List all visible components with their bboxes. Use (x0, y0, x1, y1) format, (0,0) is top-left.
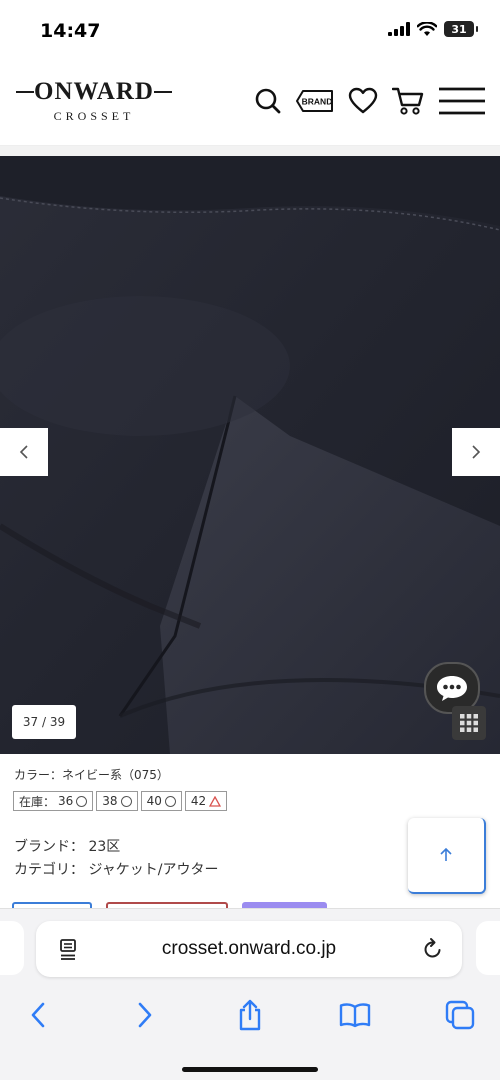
in-stock-circle-icon (164, 795, 176, 807)
bookmarks-button[interactable] (335, 995, 375, 1035)
product-info: カラー：ネイビー系（075） 在庫： 36 38 40 42 ブランド： 23区… (0, 754, 500, 914)
wifi-icon (417, 21, 437, 36)
logo-line-right (153, 91, 172, 93)
scroll-to-top-button[interactable] (408, 818, 486, 894)
signal-icon (388, 22, 410, 36)
chevron-left-icon (31, 1002, 45, 1028)
size-option-40[interactable]: 40 (140, 791, 182, 811)
size-option-42[interactable]: 42 (184, 791, 228, 811)
url-text: crosset.onward.co.jp (161, 938, 337, 959)
onward-crosset-logo[interactable]: ONWARD CROSSET (12, 78, 176, 124)
header-divider-band (0, 146, 500, 156)
chevron-left-icon (19, 445, 28, 459)
thumbnail-grid-button[interactable] (452, 706, 486, 740)
low-stock-triangle-icon (209, 795, 222, 807)
chevron-right-icon (472, 445, 481, 459)
grid-icon (460, 714, 478, 732)
chevron-right-icon (138, 1002, 152, 1028)
category-line: カテゴリ： ジャケット/アウター (14, 862, 219, 878)
status-bar: 14:47 31 (0, 0, 500, 56)
brand-tag-text: BRAND (302, 97, 333, 107)
product-image-carousel[interactable]: 37 / 39 (0, 156, 500, 754)
status-time: 14:47 (40, 20, 101, 42)
logo-line-left (16, 91, 35, 93)
in-stock-circle-icon (120, 795, 132, 807)
favorite-heart-icon[interactable] (348, 87, 378, 115)
next-tab-edge[interactable] (476, 921, 500, 975)
stock-size-row: 在庫： 36 38 40 42 (13, 791, 228, 811)
stock-label: 在庫： (19, 794, 56, 809)
size-option-38[interactable]: 38 (96, 791, 138, 811)
battery-icon: 31 (444, 21, 478, 37)
search-icon[interactable] (254, 87, 282, 115)
previous-tab-edge[interactable] (0, 921, 24, 975)
share-icon (239, 999, 261, 1031)
size-option-36[interactable]: 在庫： 36 (13, 791, 94, 811)
site-header: ONWARD CROSSET BRAND (0, 56, 500, 146)
arrow-up-icon (440, 847, 452, 861)
forward-button[interactable] (125, 995, 165, 1035)
reload-icon[interactable] (422, 937, 444, 965)
logo-main-text: ONWARD (34, 78, 154, 105)
size-value: 36 (58, 794, 74, 808)
size-value: 40 (146, 794, 162, 808)
hamburger-menu-icon[interactable] (438, 86, 486, 116)
in-stock-circle-icon (76, 795, 88, 807)
home-indicator[interactable] (182, 1067, 318, 1072)
chat-icon (437, 676, 467, 701)
header-icons: BRAND (254, 86, 486, 116)
carousel-prev-button[interactable] (0, 428, 48, 476)
book-icon (339, 1003, 371, 1028)
back-button[interactable] (18, 995, 58, 1035)
browser-bottom-bar: crosset.onward.co.jp (0, 908, 500, 1080)
cart-icon[interactable] (392, 86, 424, 116)
carousel-next-button[interactable] (452, 428, 500, 476)
address-bar[interactable]: crosset.onward.co.jp (36, 921, 462, 977)
tabs-button[interactable] (440, 995, 480, 1035)
product-photo-jacket-fabric (0, 156, 500, 754)
logo-sub-text: CROSSET (53, 109, 135, 123)
size-value: 42 (190, 794, 207, 808)
status-icons: 31 (388, 21, 478, 37)
image-counter: 37 / 39 (12, 705, 76, 739)
share-button[interactable] (230, 995, 270, 1035)
tabs-icon (445, 1000, 475, 1030)
logo-main-row: ONWARD (12, 78, 176, 106)
color-label: カラー：ネイビー系（075） (14, 768, 169, 782)
size-value: 38 (102, 794, 118, 808)
brand-tag-icon[interactable]: BRAND (296, 89, 334, 113)
brand-line: ブランド： 23区 (14, 839, 121, 855)
browser-toolbar (0, 989, 500, 1039)
